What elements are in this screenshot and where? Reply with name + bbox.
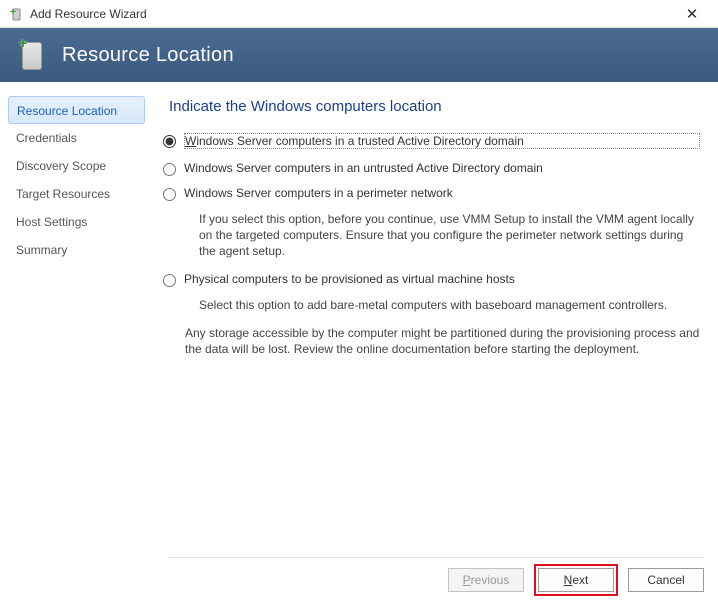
radio-untrusted-domain[interactable]	[163, 163, 176, 176]
option-physical-description-2: Any storage accessible by the computer m…	[185, 325, 700, 357]
option-label: Windows Server computers in an untrusted…	[184, 161, 543, 175]
radio-perimeter[interactable]	[163, 188, 176, 201]
title-bar: + Add Resource Wizard ✕	[0, 0, 718, 28]
radio-physical[interactable]	[163, 274, 176, 287]
app-icon: +	[8, 6, 24, 22]
option-label: Physical computers to be provisioned as …	[184, 272, 515, 286]
previous-button: Previous	[448, 568, 524, 592]
option-untrusted-domain[interactable]: Windows Server computers in an untrusted…	[163, 161, 700, 176]
option-physical[interactable]: Physical computers to be provisioned as …	[163, 272, 700, 287]
option-physical-description-1: Select this option to add bare-metal com…	[199, 297, 700, 313]
next-button[interactable]: Next	[538, 568, 614, 592]
step-host-settings[interactable]: Host Settings	[8, 208, 145, 236]
page-heading: Indicate the Windows computers location	[169, 98, 700, 115]
cancel-button[interactable]: Cancel	[628, 568, 704, 592]
step-credentials[interactable]: Credentials	[8, 124, 145, 152]
location-options-group: Windows Server computers in a trusted Ac…	[163, 133, 700, 357]
option-label: indows Server computers in a trusted Act…	[196, 134, 523, 148]
option-trusted-domain[interactable]: Windows Server computers in a trusted Ac…	[163, 133, 700, 149]
main-panel: Indicate the Windows computers location …	[153, 82, 718, 602]
svg-text:+: +	[10, 7, 16, 18]
banner-title: Resource Location	[62, 44, 234, 67]
wizard-steps-sidebar: Resource Location Credentials Discovery …	[0, 82, 153, 602]
resource-icon: +	[18, 40, 48, 70]
radio-trusted-domain[interactable]	[163, 135, 176, 148]
step-summary[interactable]: Summary	[8, 236, 145, 264]
option-label-hotkey: W	[185, 134, 196, 148]
next-button-highlight: Next	[534, 564, 618, 596]
option-perimeter[interactable]: Windows Server computers in a perimeter …	[163, 186, 700, 201]
step-discovery-scope[interactable]: Discovery Scope	[8, 152, 145, 180]
window-title: Add Resource Wizard	[30, 7, 147, 21]
step-target-resources[interactable]: Target Resources	[8, 180, 145, 208]
wizard-footer: Previous Next Cancel	[0, 558, 718, 602]
option-label: Windows Server computers in a perimeter …	[184, 186, 453, 200]
wizard-banner: + Resource Location	[0, 28, 718, 82]
step-resource-location[interactable]: Resource Location	[8, 96, 145, 124]
option-perimeter-description: If you select this option, before you co…	[199, 211, 700, 260]
close-button[interactable]: ✕	[672, 5, 712, 23]
